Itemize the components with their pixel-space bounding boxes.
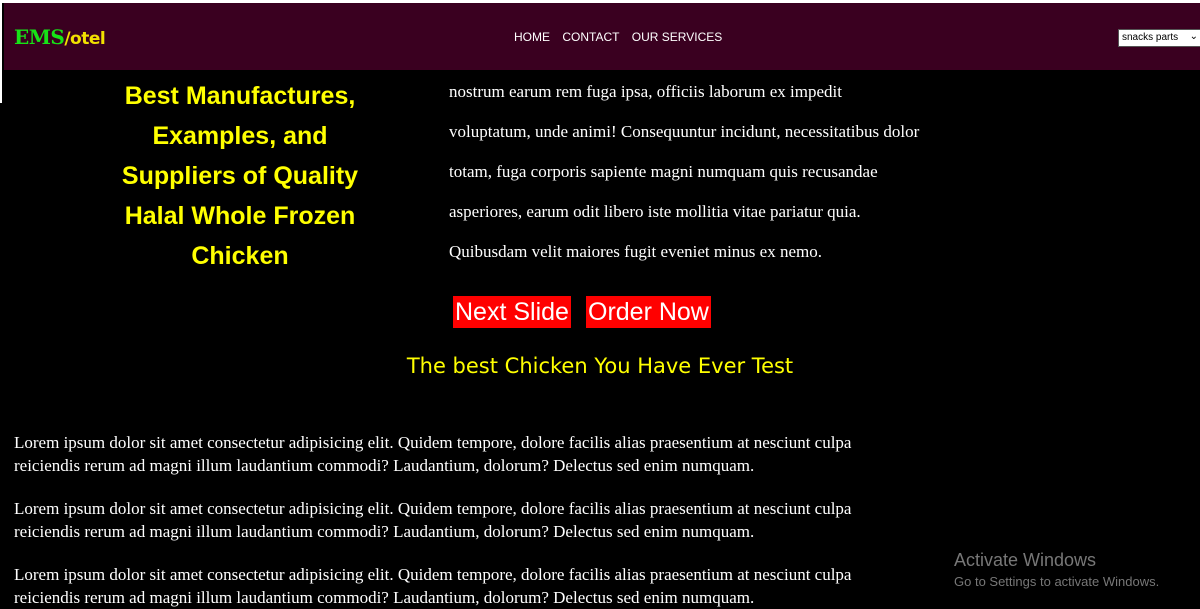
hero-text-line: totam, fuga corporis sapiente magni numq… [449,162,878,181]
logo-main: EMS [14,25,65,49]
left-border [0,3,2,103]
watermark-title: Activate Windows [954,550,1097,570]
next-slide-button[interactable]: Next Slide [453,296,571,328]
category-select[interactable]: snacks parts ⌄ [1118,29,1200,47]
nav-contact[interactable]: CONTACT [562,30,619,44]
logo[interactable]: EMS/otel [14,25,106,49]
category-select-value: snacks parts [1122,32,1179,43]
chevron-down-icon: ⌄ [1189,31,1198,42]
paragraph: Lorem ipsum dolor sit amet consectetur a… [14,565,852,607]
section-heading: The best Chicken You Have Ever Test [406,354,794,378]
order-now-button[interactable]: Order Now [586,296,711,328]
nav-our-services[interactable]: OUR SERVICES [632,30,722,44]
hero-title: Best Manufactures, Examples, and Supplie… [121,82,359,270]
nav-home[interactable]: HOME [514,30,550,44]
paragraph: Lorem ipsum dolor sit amet consectetur a… [14,433,852,475]
hero-text-line: nostrum earum rem fuga ipsa, officiis la… [449,82,842,101]
activate-windows-watermark: Activate Windows Go to Settings to activ… [954,550,1159,589]
paragraph: Lorem ipsum dolor sit amet consectetur a… [14,499,852,541]
watermark-subtitle: Go to Settings to activate Windows. [954,574,1160,589]
nav-menu: HOME CONTACT OUR SERVICES [514,30,731,44]
hero-description: nostrum earum rem fuga ipsa, officiis la… [449,72,969,272]
logo-sub: /otel [64,29,106,49]
hero-text-line: voluptatum, unde animi! Consequuntur inc… [449,122,920,141]
hero-text-line: Quibusdam velit maiores fugit eveniet mi… [449,242,822,261]
navbar: EMS/otel HOME CONTACT OUR SERVICES snack… [4,3,1200,70]
hero-text-line: asperiores, earum odit libero iste molli… [449,202,861,221]
